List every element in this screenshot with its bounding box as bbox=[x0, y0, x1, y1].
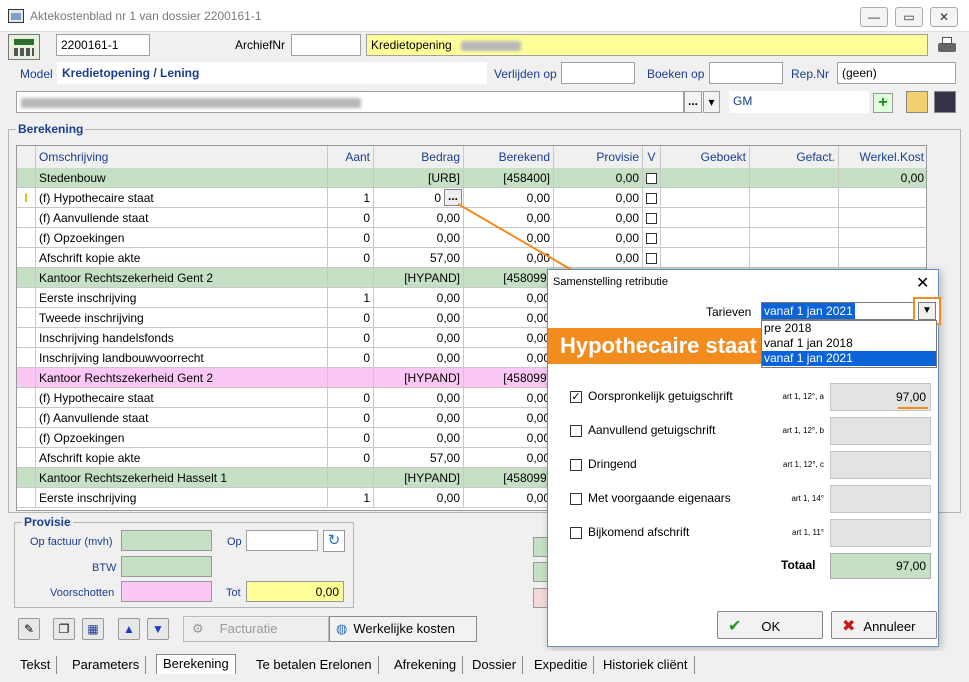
tarieven-selected: vanaf 1 jan 2021 bbox=[762, 303, 855, 319]
ok-button[interactable]: ✔ OK bbox=[717, 611, 823, 639]
dialog-title: Samenstelling retributie bbox=[553, 276, 668, 288]
tab-te-betalen-erelonen[interactable]: Te betalen Erelonen bbox=[250, 656, 379, 674]
tab-parameters[interactable]: Parameters bbox=[66, 656, 147, 674]
retributie-dialog: Samenstelling retributie ✕ Tarieven vana… bbox=[547, 269, 941, 647]
item-checkbox[interactable] bbox=[570, 459, 582, 471]
annuleer-label: Annuleer bbox=[863, 619, 916, 634]
tarieven-options-list[interactable]: pre 2018 vanaf 1 jan 2018 vanaf 1 jan 20… bbox=[761, 320, 937, 368]
item-label: Bijkomend afschrift bbox=[588, 525, 690, 539]
cross-icon: ✖ bbox=[842, 618, 856, 635]
item-value-field[interactable] bbox=[830, 417, 931, 445]
tarieven-option-2018[interactable]: vanaf 1 jan 2018 bbox=[762, 336, 936, 351]
check-icon: ✔ bbox=[728, 618, 742, 635]
item-label: Met voorgaande eigenaars bbox=[588, 491, 731, 505]
item-checkbox[interactable] bbox=[570, 425, 582, 437]
item-value-field[interactable] bbox=[830, 451, 931, 479]
tab-berekening[interactable]: Berekening bbox=[156, 654, 236, 674]
tab-expeditie[interactable]: Expeditie bbox=[528, 656, 595, 674]
item-label: Oorspronkelijk getuigschrift bbox=[588, 389, 733, 403]
tarieven-option-2021[interactable]: vanaf 1 jan 2021 bbox=[762, 351, 936, 366]
item-value-field[interactable] bbox=[830, 519, 931, 547]
item-checkbox[interactable] bbox=[570, 527, 582, 539]
banner-text: Hypothecaire staat bbox=[560, 333, 757, 358]
item-article: art 1, 11° bbox=[792, 528, 824, 537]
totaal-value: 97,00 bbox=[830, 553, 931, 579]
tab-afrekening[interactable]: Afrekening bbox=[388, 656, 464, 674]
item-article: art 1, 12°, c bbox=[783, 460, 824, 469]
tab-dossier[interactable]: Dossier bbox=[466, 656, 524, 674]
tab-tekst[interactable]: Tekst bbox=[14, 656, 58, 674]
totaal-label: Totaal bbox=[781, 558, 816, 572]
item-checkbox[interactable]: ✓ bbox=[570, 391, 582, 403]
item-article: art 1, 14° bbox=[791, 494, 824, 503]
ok-label: OK bbox=[761, 619, 781, 634]
item-article: art 1, 12°, b bbox=[782, 426, 824, 435]
tarieven-select[interactable]: vanaf 1 jan 2021 bbox=[761, 302, 916, 320]
bottom-tabs: Tekst Parameters Berekening Te betalen Erel… bbox=[0, 651, 969, 682]
item-value-field[interactable] bbox=[830, 485, 931, 513]
item-label: Aanvullend getuigschrift bbox=[588, 423, 716, 437]
annuleer-button[interactable]: ✖ Annuleer bbox=[831, 611, 937, 639]
banner: Hypothecaire staat bbox=[548, 328, 763, 364]
item-article: art 1, 12°, a bbox=[782, 392, 824, 401]
dialog-close-button[interactable]: ✕ bbox=[916, 273, 929, 293]
tab-historiek-cli-nt[interactable]: Historiek cliënt bbox=[597, 656, 695, 674]
item-label: Dringend bbox=[588, 457, 637, 471]
tarieven-dropdown-button[interactable]: ▼ bbox=[918, 302, 936, 320]
tarieven-label: Tarieven bbox=[706, 305, 752, 319]
tarieven-option-pre2018[interactable]: pre 2018 bbox=[762, 321, 936, 336]
item-checkbox[interactable] bbox=[570, 493, 582, 505]
value-underline bbox=[898, 407, 928, 409]
